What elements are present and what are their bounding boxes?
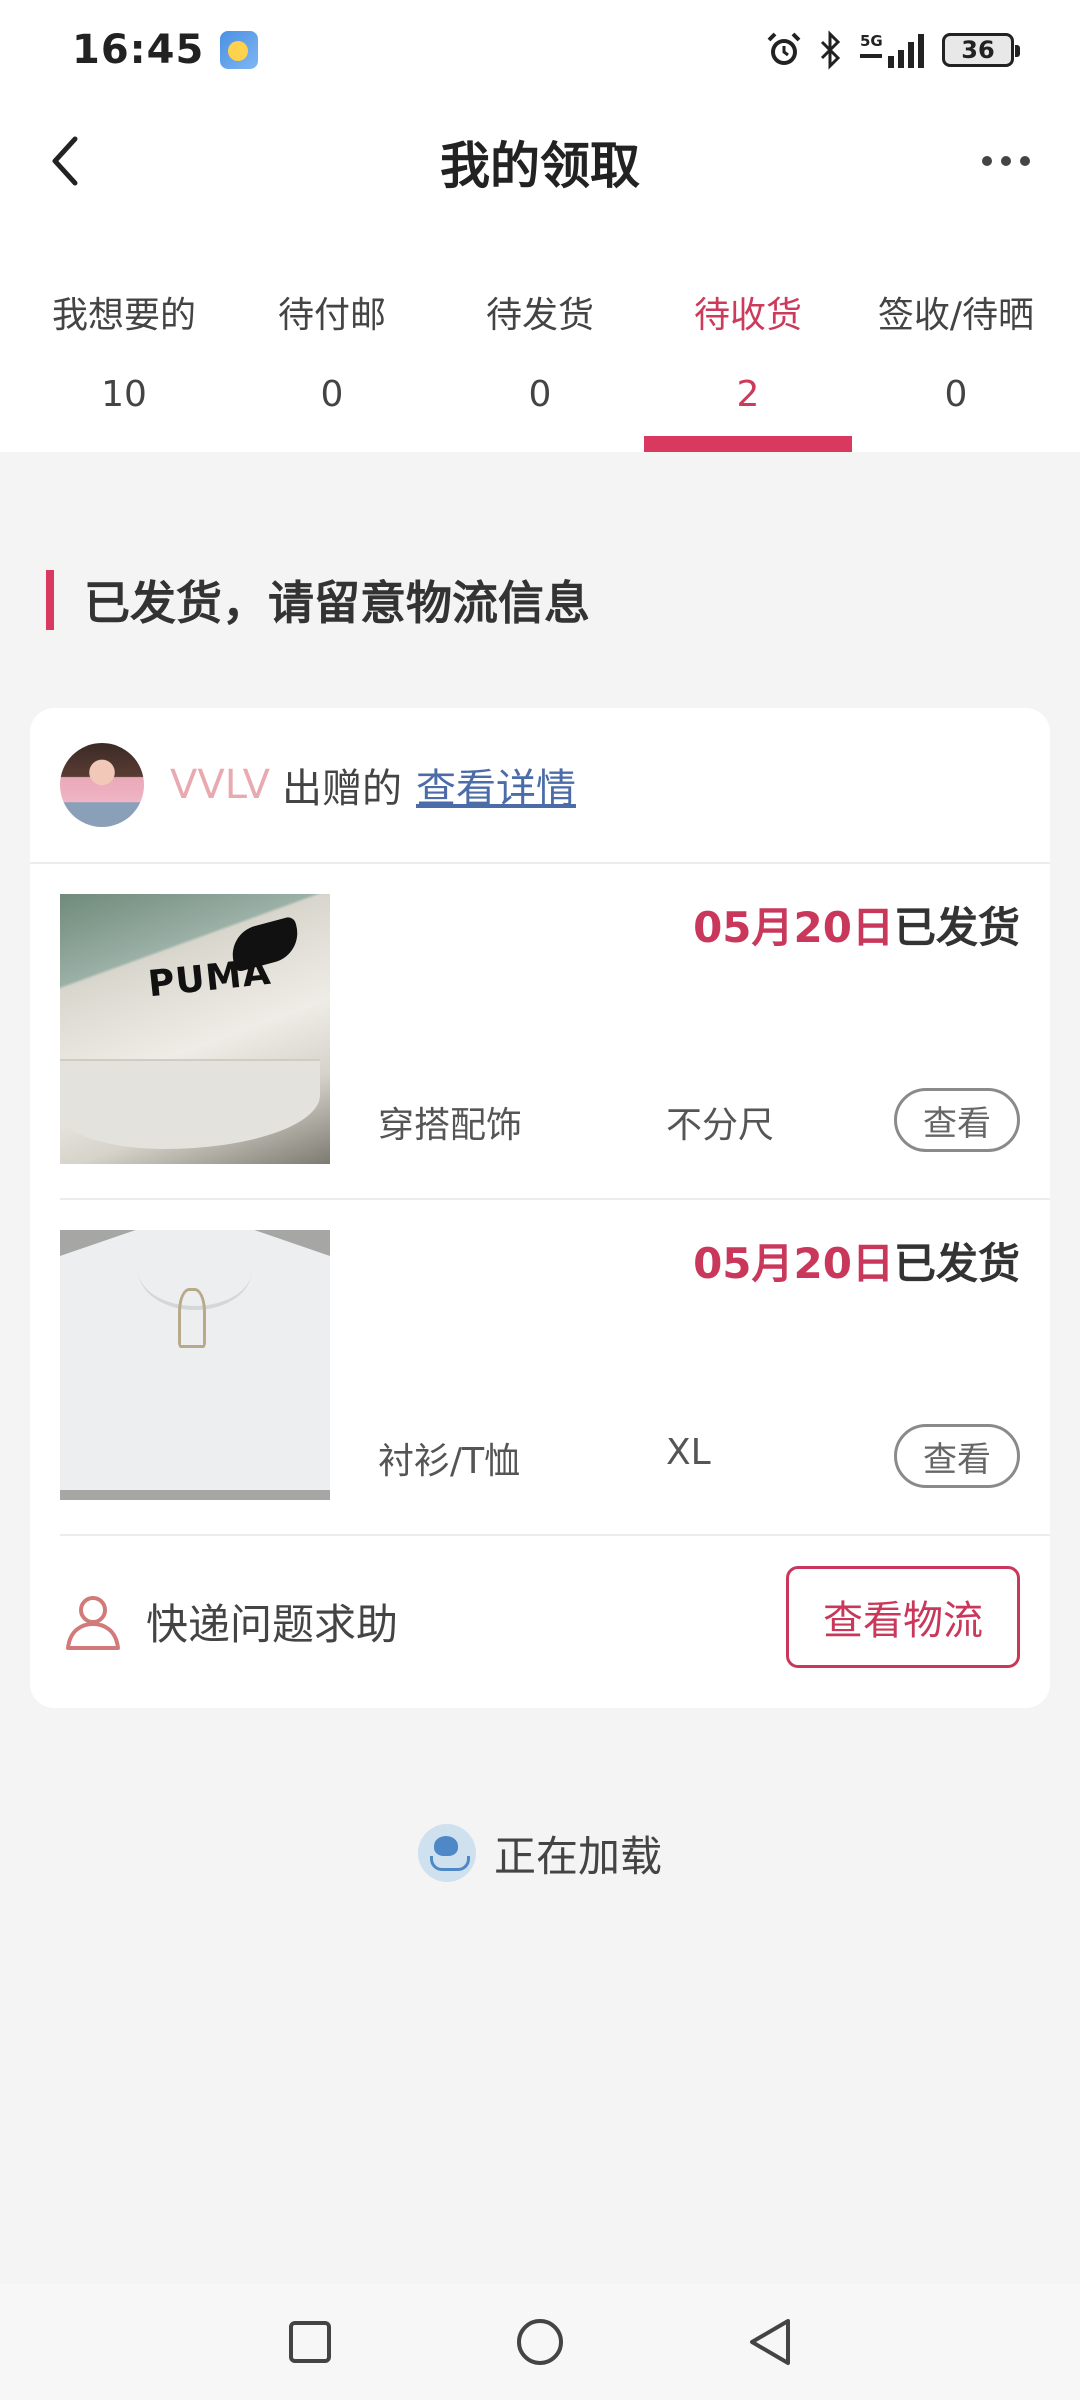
more-dot-icon xyxy=(1020,156,1030,166)
ship-status: 05月20日已发货 xyxy=(693,1230,1020,1291)
ship-status-text: 已发货 xyxy=(893,903,1020,952)
loading-courier-icon xyxy=(417,1824,476,1882)
more-dot-icon xyxy=(982,156,992,166)
tab-count: 0 xyxy=(944,374,968,415)
page-title: 我的领取 xyxy=(440,137,640,195)
tab-label: 我想要的 xyxy=(51,295,196,336)
view-details-link[interactable]: 查看详情 xyxy=(416,756,576,814)
circle-icon xyxy=(517,2319,563,2365)
ship-date: 05月20日 xyxy=(693,903,894,952)
section-heading: 已发货，请留意物流信息 xyxy=(46,570,590,630)
home-button[interactable] xyxy=(505,2307,575,2377)
tab-label: 待发货 xyxy=(485,295,594,336)
item-thumbnail-cap[interactable]: PUMA xyxy=(60,894,330,1164)
square-icon xyxy=(289,2321,331,2363)
loading-indicator: 正在加载 xyxy=(0,1818,1080,1888)
tab-label: 待收货 xyxy=(693,295,802,336)
view-logistics-button[interactable]: 查看物流 xyxy=(786,1566,1020,1668)
donor-suffix: 出赠的 xyxy=(281,766,402,812)
ship-status-text: 已发货 xyxy=(893,1239,1020,1288)
tab-count: 0 xyxy=(320,374,344,415)
shirt-bow xyxy=(178,1288,206,1348)
back-arrow-icon xyxy=(52,136,78,186)
header: 我的领取 xyxy=(0,100,1080,224)
item-row[interactable]: PUMA 05月20日已发货 穿搭配饰 不分尺 查看 xyxy=(60,864,1050,1200)
card-header: VVLV 出赠的 查看详情 xyxy=(30,708,1050,864)
screen: 16:45 5G 36 我的领取 我想要的 10 待付邮 0 待发货 0 待收货… xyxy=(0,0,1080,2400)
ship-status: 05月20日已发货 xyxy=(693,894,1020,955)
item-row[interactable]: 05月20日已发货 衬衫/T恤 XL 查看 xyxy=(60,1200,1050,1536)
tab-count: 2 xyxy=(736,374,760,415)
status-icons: 5G 36 xyxy=(764,30,1020,70)
item-size: 不分尺 xyxy=(666,1105,775,1146)
section-title: 已发货，请留意物流信息 xyxy=(84,576,590,630)
triangle-back-icon xyxy=(750,2319,790,2365)
signal-icon: 5G xyxy=(858,30,928,70)
tab-count: 0 xyxy=(528,374,552,415)
battery-indicator: 36 xyxy=(942,33,1020,67)
tab-count: 10 xyxy=(101,374,147,415)
weather-icon xyxy=(220,31,259,69)
system-back-button[interactable] xyxy=(735,2307,805,2377)
cap-brim xyxy=(60,1059,320,1149)
back-button[interactable] xyxy=(30,126,100,196)
tab-label: 签收/待晒 xyxy=(877,295,1035,336)
item-thumbnail-shirt[interactable] xyxy=(60,1230,330,1500)
tab-pending-postage[interactable]: 待付邮 0 xyxy=(228,224,436,452)
section-accent-bar xyxy=(46,570,54,630)
card-footer: 快递问题求助 查看物流 xyxy=(30,1536,1050,1706)
more-options-button[interactable] xyxy=(966,126,1046,196)
status-time: 16:45 xyxy=(72,27,205,73)
recents-button[interactable] xyxy=(275,2307,345,2377)
loading-text: 正在加载 xyxy=(493,1831,662,1881)
system-nav-bar xyxy=(0,2284,1080,2400)
item-category: 穿搭配饰 xyxy=(378,1105,523,1146)
tab-wanted[interactable]: 我想要的 10 xyxy=(20,224,228,452)
tab-bar: 我想要的 10 待付邮 0 待发货 0 待收货 2 签收/待晒 0 xyxy=(0,224,1080,452)
more-dot-icon xyxy=(1001,156,1011,166)
ship-date: 05月20日 xyxy=(693,1239,894,1288)
donor-avatar[interactable] xyxy=(60,743,144,827)
cap-brand-text: PUMA xyxy=(146,951,274,1006)
network-label: 5G xyxy=(860,32,883,50)
person-icon[interactable] xyxy=(62,1590,124,1652)
alarm-icon xyxy=(764,30,804,70)
donor-name[interactable]: VVLV xyxy=(170,762,270,808)
bluetooth-icon xyxy=(818,30,844,70)
tab-pending-receipt[interactable]: 待收货 2 xyxy=(644,224,852,452)
item-size: XL xyxy=(666,1432,711,1473)
tab-underline xyxy=(644,436,852,452)
view-item-button[interactable]: 查看 xyxy=(894,1424,1020,1488)
status-bar: 16:45 5G 36 xyxy=(0,0,1080,100)
view-item-button[interactable]: 查看 xyxy=(894,1088,1020,1152)
item-category: 衬衫/T恤 xyxy=(378,1441,521,1482)
tab-pending-shipment[interactable]: 待发货 0 xyxy=(436,224,644,452)
tab-label: 待付邮 xyxy=(277,295,386,336)
delivery-help-link[interactable]: 快递问题求助 xyxy=(146,1591,398,1652)
tab-signed-review[interactable]: 签收/待晒 0 xyxy=(852,224,1060,452)
shipment-card: VVLV 出赠的 查看详情 PUMA 05月20日已发货 穿搭配饰 不分尺 查看 xyxy=(30,708,1050,1708)
